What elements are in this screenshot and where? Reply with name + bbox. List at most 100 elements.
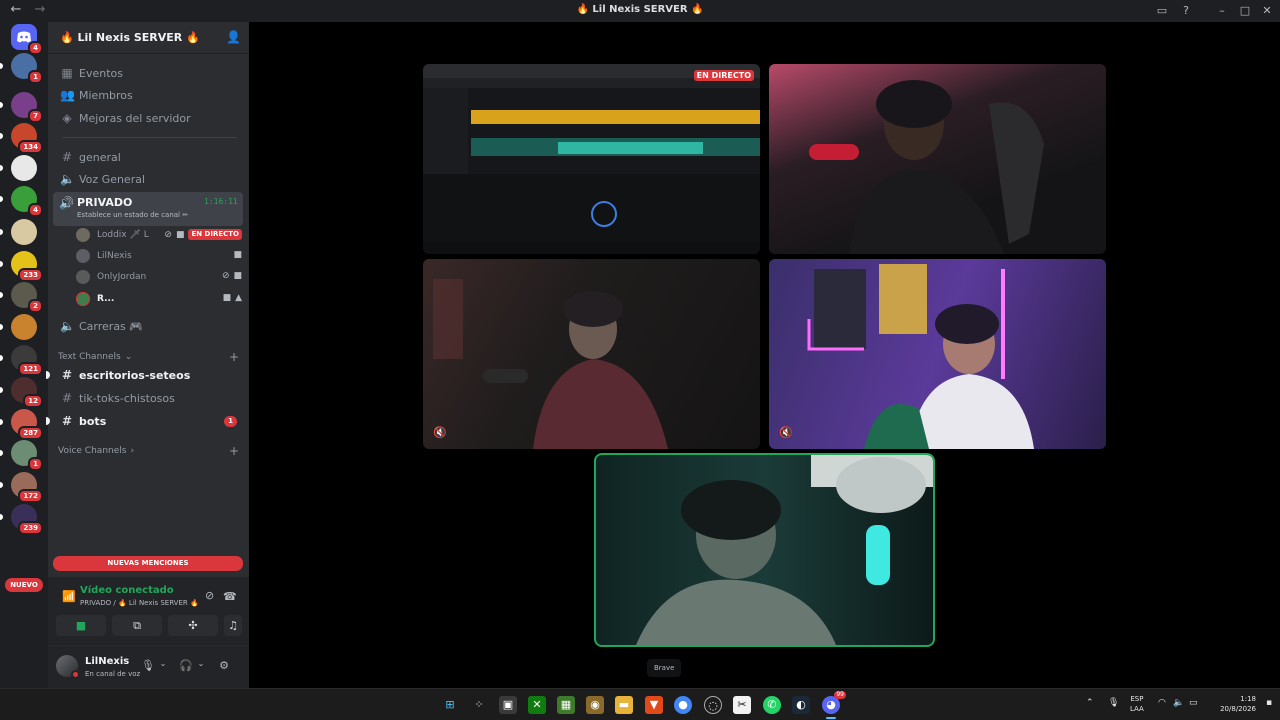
disconnect-icon[interactable]: ☎ (223, 590, 237, 603)
unread-pill (0, 229, 3, 235)
chevron-down-icon[interactable]: ⌄ (156, 659, 170, 668)
server-icon[interactable]: 239 (0, 504, 43, 535)
server-icon[interactable]: 12 (0, 377, 43, 408)
menu-eventos[interactable]: ▦ Eventos (54, 63, 243, 83)
voice-user-lilnexis[interactable]: LilNexis ■ (76, 246, 244, 266)
active-voice-channel[interactable]: 🔊 PRIVADO 1:16:11 Establece un estado de… (53, 192, 243, 226)
camera-button[interactable]: ■ (56, 615, 106, 636)
voice-timer: 1:16:11 (204, 197, 238, 206)
camera-tile-mid-left[interactable]: 🔇 (423, 259, 760, 449)
close-icon[interactable]: ✕ (1260, 4, 1274, 18)
show-hidden-icons[interactable]: ⌃ (1086, 698, 1094, 708)
headphones-icon[interactable]: 🎧 (179, 659, 193, 672)
minecraft-icon[interactable]: ▦ (557, 696, 575, 714)
steam-icon[interactable]: ◐ (792, 696, 810, 714)
unread-pill (0, 133, 3, 139)
xbox-icon[interactable]: ✕ (528, 696, 546, 714)
task-view-icon[interactable]: ⁘ (470, 696, 488, 714)
hashtag-icon: # (61, 150, 73, 164)
stream-tile[interactable]: EN DIRECTO (423, 64, 760, 254)
server-icon[interactable]: 4 (0, 186, 43, 217)
wifi-icon[interactable]: ◠ (1158, 698, 1166, 708)
input-language[interactable]: ESP LAA (1130, 694, 1144, 714)
server-icon[interactable]: 1 (0, 440, 43, 471)
menu-miembros[interactable]: 👥 Miembros (54, 85, 243, 105)
camera-tile-mid-right[interactable]: 🔇 (769, 259, 1106, 449)
server-icon[interactable]: 7 (0, 92, 43, 123)
server-icon[interactable] (0, 314, 37, 340)
voice-user-loddix[interactable]: Loddix 🗡 L ⊘ ■ EN DIRECTO (76, 225, 244, 245)
camera-tile-speaking[interactable] (594, 453, 935, 647)
menu-mejoras[interactable]: ◈ Mejoras del servidor (54, 108, 243, 128)
minimize-icon[interactable]: – (1215, 4, 1229, 18)
help-icon[interactable]: ? (1179, 4, 1193, 18)
layout-code: LAA (1130, 705, 1144, 713)
camera-tile-top-right[interactable] (769, 64, 1106, 254)
server-icon[interactable]: 233 (0, 251, 43, 282)
microphone-icon[interactable]: 🎙 (141, 659, 155, 672)
whatsapp-icon[interactable]: ✆ (763, 696, 781, 714)
channel-label: Voz General (79, 172, 146, 186)
category-voice-channels[interactable]: Voice Channels › + (58, 444, 243, 458)
server-icon[interactable]: 287 (0, 409, 43, 440)
screen-share-button[interactable]: ⧉ (112, 615, 162, 636)
server-icon[interactable] (0, 155, 37, 181)
server-icon[interactable]: 2 (0, 282, 43, 313)
channel-general[interactable]: # general (54, 147, 243, 167)
streaming-icon: ▲ (235, 293, 242, 303)
voice-user-r[interactable]: R... ■ ▲ (76, 289, 244, 309)
voice-user-icons: ■ ▲ (223, 293, 242, 303)
channel-sidebar: 🔥 Lil Nexis SERVER 🔥 ⌄ 👤 ▦ Eventos 👥 Mie… (46, 22, 249, 688)
guild-header[interactable]: 🔥 Lil Nexis SERVER 🔥 ⌄ 👤 (48, 22, 249, 54)
channel-bots[interactable]: # bots 1 (46, 411, 243, 431)
maximize-icon[interactable]: □ (1238, 4, 1252, 18)
server-icon[interactable]: 1 (0, 53, 43, 84)
server-mention-badge: 12 (23, 394, 43, 408)
channel-status[interactable]: Establece un estado de canal ✏ (77, 211, 188, 219)
channel-tik-toks-chistosos[interactable]: # tik-toks-chistosos (54, 388, 243, 408)
server-icon[interactable]: 134 (0, 123, 43, 154)
file-explorer-icon[interactable]: ▬ (615, 696, 633, 714)
channel-escritorios-seteos[interactable]: # escritorios-seteos (46, 365, 243, 385)
new-mentions-bar[interactable]: NUEVAS MENCIONES (53, 556, 243, 571)
noise-suppression-icon[interactable]: ⊘ (205, 589, 214, 602)
category-text-channels[interactable]: Text Channels ⌄ + (58, 350, 243, 364)
capcut-icon[interactable]: ✂ (733, 696, 751, 714)
server-icon[interactable]: 121 (0, 345, 43, 376)
microphone-tray-icon[interactable]: 🎙 (1108, 698, 1119, 708)
new-servers-badge[interactable]: NUEVO (5, 578, 43, 592)
system-clock[interactable]: 1:18 20/8/2026 (1212, 694, 1256, 714)
inbox-icon[interactable]: ▭ (1155, 4, 1169, 18)
channel-carreras[interactable]: 🔈 Carreras 🎮 (54, 316, 243, 336)
activities-button[interactable]: ✣ (168, 615, 218, 636)
add-channel-icon[interactable]: + (229, 350, 239, 364)
muted-icon: 🔇 (779, 426, 793, 439)
soundboard-button[interactable]: ♫ (224, 615, 242, 636)
start-windows-icon[interactable]: ⊞ (441, 696, 459, 714)
camera-icon: ■ (175, 229, 185, 240)
add-channel-icon[interactable]: + (229, 444, 239, 458)
obs-icon[interactable]: ◌ (704, 696, 722, 714)
volume-icon[interactable]: 🔈 (1173, 698, 1184, 708)
live-badge: EN DIRECTO (188, 229, 242, 240)
channel-voz-general[interactable]: 🔈 Voz General (54, 169, 243, 189)
store-icon[interactable]: ▣ (499, 696, 517, 714)
screen-share-icon: ⧉ (133, 619, 141, 632)
server-icon[interactable] (0, 219, 37, 245)
add-member-icon[interactable]: 👤 (226, 30, 241, 44)
chrome-icon[interactable]: ● (674, 696, 692, 714)
server-icon[interactable]: 172 (0, 472, 43, 503)
discord-taskbar-icon[interactable]: ◕ 99 (822, 691, 846, 714)
brave-browser-icon[interactable]: ▼ (645, 696, 663, 714)
voice-user-onlyjordan[interactable]: OnlyJordan ⊘ ■ (76, 267, 244, 287)
home-button[interactable]: 4 (11, 24, 43, 55)
connection-location[interactable]: PRIVADO / 🔥 Lil Nexis SERVER 🔥 (80, 599, 199, 607)
signal-icon[interactable]: 📶 (62, 590, 76, 603)
username[interactable]: LilNexis (85, 656, 129, 667)
game-launcher-icon[interactable]: ◉ (586, 696, 604, 714)
video-stage: EN DIRECTO 🔇 🔇 Brave (249, 22, 1280, 688)
settings-gear-icon[interactable]: ⚙ (217, 659, 231, 672)
battery-icon[interactable]: ▭ (1189, 698, 1198, 708)
chevron-down-icon[interactable]: ⌄ (194, 659, 208, 668)
notifications-icon[interactable]: ▪ (1266, 698, 1272, 708)
